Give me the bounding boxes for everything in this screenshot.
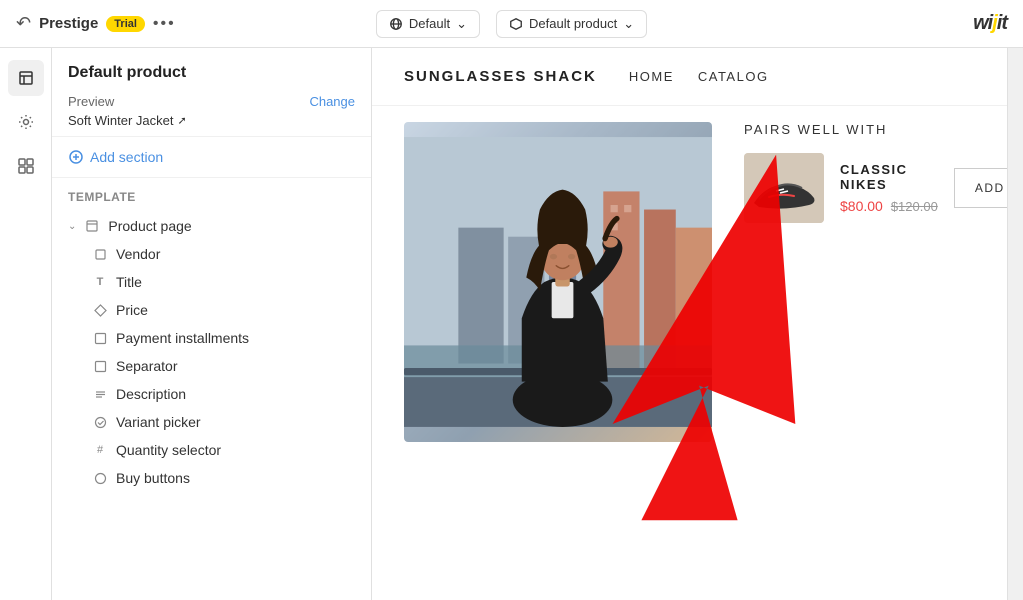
- sidebar-icon-blocks[interactable]: [8, 148, 44, 184]
- vendor-icon: [92, 246, 108, 262]
- add-to-cart-button[interactable]: ADD TO CART: [954, 168, 1007, 208]
- topbar: ↶ Prestige Trial ••• Default ⌄ Default p…: [0, 0, 1023, 48]
- preview-label: Preview: [68, 94, 114, 109]
- default-product-button[interactable]: Default product ⌄: [496, 10, 647, 38]
- product-card-price: $80.00 $120.00: [840, 198, 938, 214]
- title-icon: T: [92, 274, 108, 290]
- back-icon[interactable]: ↶: [16, 13, 31, 34]
- app-name: Prestige: [39, 15, 98, 32]
- quantity-icon: #: [92, 442, 108, 458]
- pairs-well-title: PAIRS WELL WITH: [744, 122, 975, 137]
- product-card-name: CLASSIC NIKES: [840, 162, 938, 192]
- store-nav-links: HOME CATALOG: [629, 69, 769, 84]
- more-menu-icon[interactable]: •••: [153, 15, 176, 33]
- panel-title: Default product: [68, 64, 355, 82]
- payment-icon: [92, 330, 108, 346]
- tree-item-price[interactable]: Price: [68, 296, 355, 324]
- template-label: Template: [68, 190, 355, 204]
- tree-item-vendor[interactable]: Vendor: [68, 240, 355, 268]
- price-new: $80.00: [840, 198, 883, 214]
- product-chevron: ⌄: [623, 16, 634, 32]
- nav-home[interactable]: HOME: [629, 69, 674, 84]
- tree-item-product-page[interactable]: ⌄ Product page: [68, 212, 355, 240]
- icon-sidebar: [0, 48, 52, 600]
- tree-item-buy-buttons[interactable]: Buy buttons: [68, 464, 355, 492]
- change-link[interactable]: Change: [309, 94, 355, 109]
- external-link-icon[interactable]: ➚: [177, 114, 186, 127]
- tree-item-quantity-selector[interactable]: # Quantity selector: [68, 436, 355, 464]
- topbar-right: wijit: [657, 12, 1007, 35]
- main-layout: Default product Preview Change Soft Wint…: [0, 48, 1023, 600]
- product-right-col: PAIRS WELL WITH: [712, 106, 1007, 590]
- product-image-col: [372, 106, 712, 590]
- product-label: Default product: [529, 16, 617, 31]
- add-section-icon: [68, 149, 84, 165]
- sidebar-icon-settings[interactable]: [8, 104, 44, 140]
- store-brand: SUNGLASSES SHACK: [404, 68, 597, 85]
- store-nav: SUNGLASSES SHACK HOME CATALOG: [372, 48, 1007, 106]
- tree-item-title[interactable]: T Title: [68, 268, 355, 296]
- add-section-button[interactable]: Add section: [52, 137, 371, 178]
- description-icon: [92, 386, 108, 402]
- globe-label: Default: [409, 16, 450, 31]
- preview-product-name: Soft Winter Jacket ➚: [68, 113, 355, 128]
- tree-item-variant-picker[interactable]: Variant picker: [68, 408, 355, 436]
- product-image: [404, 122, 712, 442]
- topbar-left: ↶ Prestige Trial •••: [16, 13, 366, 34]
- globe-chevron: ⌄: [456, 16, 467, 32]
- tree-item-payment-installments[interactable]: Payment installments: [68, 324, 355, 352]
- right-thin-sidebar: [1007, 48, 1023, 600]
- store-content: PAIRS WELL WITH: [372, 106, 1007, 590]
- variant-icon: [92, 414, 108, 430]
- product-page-icon: [84, 218, 100, 234]
- price-icon: [92, 302, 108, 318]
- product-thumb-svg: [744, 153, 824, 223]
- product-info: CLASSIC NIKES $80.00 $120.00: [840, 162, 938, 214]
- product-card: CLASSIC NIKES $80.00 $120.00 ADD TO CART: [744, 153, 975, 223]
- default-globe-button[interactable]: Default ⌄: [376, 10, 480, 38]
- price-old: $120.00: [891, 199, 938, 214]
- left-panel: Default product Preview Change Soft Wint…: [52, 48, 372, 600]
- wijit-logo: wijit: [973, 12, 1007, 35]
- template-section: Template ⌄ Product page Vendor T Title: [52, 178, 371, 600]
- tree-item-description[interactable]: Description: [68, 380, 355, 408]
- nav-catalog[interactable]: CATALOG: [698, 69, 769, 84]
- trial-badge: Trial: [106, 16, 145, 32]
- tree-item-separator[interactable]: Separator: [68, 352, 355, 380]
- product-thumbnail: [744, 153, 824, 223]
- sidebar-icon-layers[interactable]: [8, 60, 44, 96]
- product-photo-svg: [404, 122, 712, 442]
- buy-buttons-icon: [92, 470, 108, 486]
- chevron-icon: ⌄: [68, 221, 76, 232]
- separator-icon: [92, 358, 108, 374]
- add-section-label: Add section: [90, 149, 163, 165]
- preview-area: SUNGLASSES SHACK HOME CATALOG: [372, 48, 1007, 600]
- store-preview: SUNGLASSES SHACK HOME CATALOG: [372, 48, 1007, 600]
- topbar-center: Default ⌄ Default product ⌄: [376, 10, 647, 38]
- preview-row: Preview Change: [68, 94, 355, 109]
- panel-header: Default product Preview Change Soft Wint…: [52, 48, 371, 137]
